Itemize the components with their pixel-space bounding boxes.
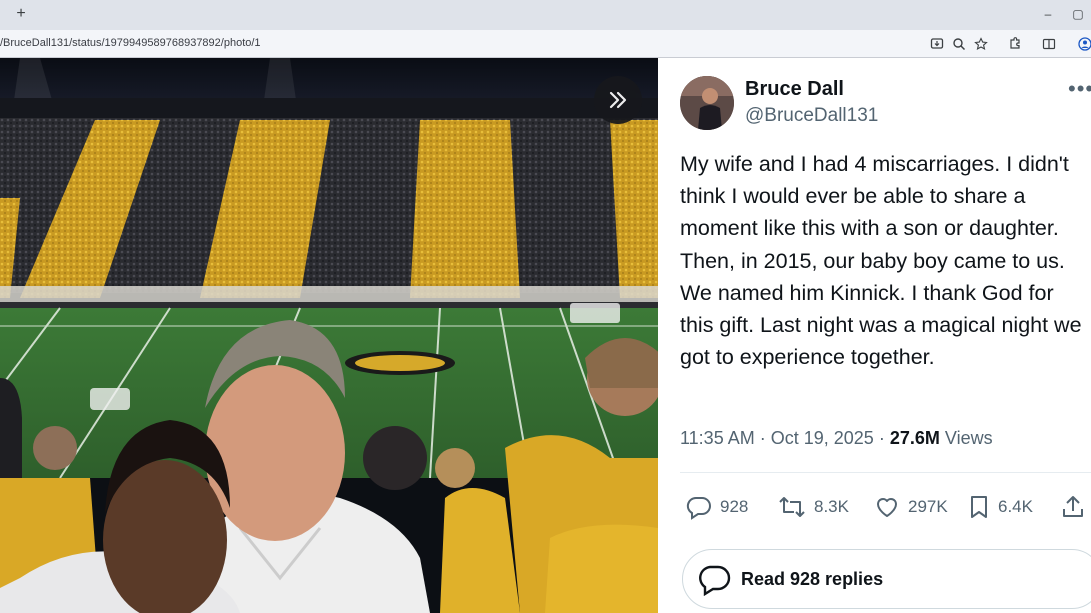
divider bbox=[680, 472, 1091, 473]
address-bar[interactable]: /BruceDall131/status/1979949589768937892… bbox=[0, 30, 1091, 58]
bookmark-icon bbox=[971, 496, 987, 518]
reply-button[interactable]: 928 bbox=[686, 494, 748, 520]
tweet-photo[interactable] bbox=[0, 58, 658, 613]
minimize-button[interactable]: – bbox=[1040, 6, 1056, 22]
install-icon[interactable] bbox=[930, 37, 944, 51]
share-button[interactable] bbox=[1060, 494, 1086, 520]
repost-icon bbox=[779, 497, 805, 517]
restore-button[interactable]: ▢ bbox=[1070, 6, 1086, 22]
like-button[interactable]: 297K bbox=[874, 494, 948, 520]
meta-separator: · bbox=[759, 428, 766, 448]
bookmark-count: 6.4K bbox=[998, 497, 1033, 516]
display-name[interactable]: Bruce Dall bbox=[745, 78, 844, 101]
tweet-metadata: 11:35 AM · Oct 19, 2025 · 27.6M Views bbox=[680, 428, 993, 449]
tweet-panel: Bruce Dall @BruceDall131 ••• My wife and… bbox=[658, 58, 1091, 613]
stadium-photo bbox=[0, 58, 658, 613]
zoom-icon[interactable] bbox=[952, 37, 966, 51]
share-icon bbox=[1063, 496, 1083, 517]
meta-separator: · bbox=[878, 428, 885, 448]
browser-tab-bar: + – ▢ bbox=[0, 0, 1091, 30]
extensions-icon[interactable] bbox=[1008, 37, 1022, 51]
tweet-date[interactable]: Oct 19, 2025 bbox=[771, 428, 874, 448]
avatar[interactable] bbox=[680, 76, 734, 130]
reply-count: 928 bbox=[720, 497, 749, 516]
reply-icon bbox=[686, 496, 711, 520]
views-count: 27.6M bbox=[889, 428, 940, 448]
like-count: 297K bbox=[908, 497, 948, 516]
tweet-time[interactable]: 11:35 AM bbox=[680, 428, 755, 448]
profile-icon[interactable] bbox=[1078, 37, 1091, 51]
read-replies-label: Read 928 replies bbox=[741, 568, 884, 589]
split-screen-icon[interactable] bbox=[1042, 37, 1056, 51]
user-handle[interactable]: @BruceDall131 bbox=[745, 105, 878, 127]
reply-bubble-icon bbox=[699, 565, 731, 596]
new-tab-button[interactable]: + bbox=[12, 5, 30, 23]
bookmark-button[interactable]: 6.4K bbox=[968, 494, 1033, 520]
tweet-text: My wife and I had 4 miscarriages. I didn… bbox=[680, 152, 1082, 370]
expand-button[interactable] bbox=[594, 76, 642, 124]
repost-count: 8.3K bbox=[814, 497, 849, 516]
read-replies-button[interactable]: Read 928 replies bbox=[682, 549, 1091, 609]
star-icon[interactable] bbox=[974, 37, 988, 51]
heart-icon bbox=[877, 498, 897, 517]
url-text[interactable]: /BruceDall131/status/1979949589768937892… bbox=[0, 37, 261, 49]
views-label: Views bbox=[944, 428, 993, 448]
repost-button[interactable]: 8.3K bbox=[778, 494, 849, 520]
expand-chevrons-icon bbox=[609, 91, 627, 109]
more-options-icon[interactable]: ••• bbox=[1068, 76, 1091, 101]
